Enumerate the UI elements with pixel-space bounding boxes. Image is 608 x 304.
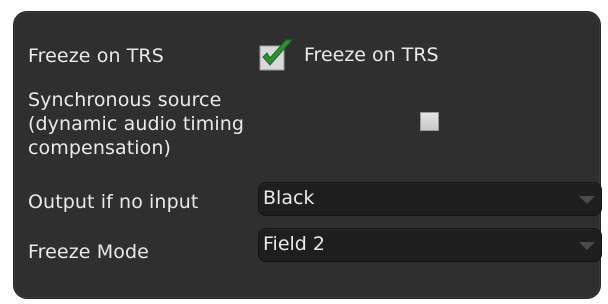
chevron-down-icon bbox=[579, 196, 595, 204]
synchronous-source-checkbox[interactable] bbox=[420, 112, 439, 131]
freeze-on-trs-checkbox-label: Freeze on TRS bbox=[304, 44, 439, 66]
freeze-mode-row: Freeze Mode Field 2 bbox=[14, 228, 602, 264]
output-if-no-input-label: Output if no input bbox=[28, 191, 199, 213]
synchronous-source-label-line-2: (dynamic audio timing bbox=[28, 113, 245, 135]
synchronous-source-row: Synchronous source (dynamic audio timing… bbox=[14, 88, 600, 168]
freeze-mode-value: Field 2 bbox=[263, 233, 325, 255]
output-if-no-input-select[interactable]: Black bbox=[258, 182, 602, 216]
freeze-mode-select[interactable]: Field 2 bbox=[258, 228, 602, 262]
freeze-on-trs-checkbox[interactable]: Freeze on TRS bbox=[258, 38, 439, 72]
synchronous-source-label-line-3: compensation) bbox=[28, 137, 172, 159]
freeze-mode-label: Freeze Mode bbox=[28, 241, 149, 263]
synchronous-source-label-line-1: Synchronous source bbox=[28, 89, 222, 111]
freeze-on-trs-row: Freeze on TRS Freeze on TRS bbox=[14, 38, 600, 78]
chevron-down-icon bbox=[579, 242, 595, 250]
output-if-no-input-row: Output if no input Black bbox=[14, 182, 602, 218]
freeze-on-trs-label: Freeze on TRS bbox=[28, 45, 164, 67]
checkmark-icon bbox=[259, 39, 294, 71]
settings-panel: Freeze on TRS Freeze on TRS Synchronous … bbox=[13, 11, 602, 299]
output-if-no-input-value: Black bbox=[263, 187, 315, 209]
